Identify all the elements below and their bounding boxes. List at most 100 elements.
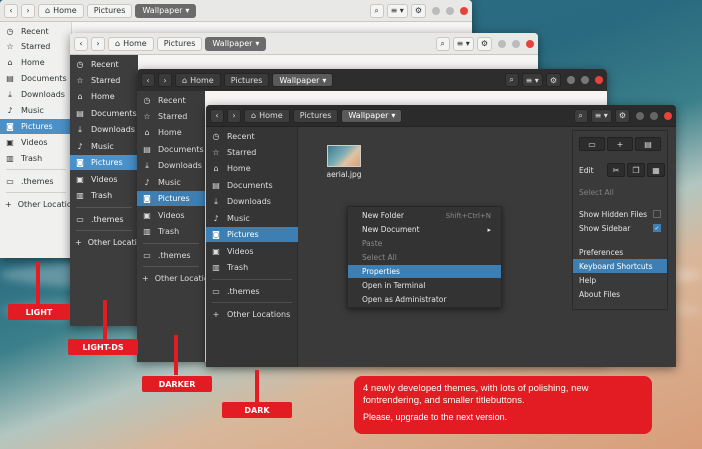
gear-icon[interactable]: ⚙ [410,3,426,18]
sidebar-item-home[interactable]: ⌂ Home [0,55,72,70]
popover-show-sidebar[interactable]: Show Sidebar ✓ [573,221,667,235]
sidebar-item-music[interactable]: ♪ Music [70,139,138,154]
sidebar-item-starred[interactable]: ☆ Starred [137,109,205,124]
checkbox-checked-icon[interactable]: ✓ [653,224,661,232]
minimize-button[interactable] [432,6,440,15]
sidebar-item-pictures[interactable]: ◙ Pictures [137,191,205,206]
maximize-button[interactable] [512,39,520,48]
sidebar-item-videos[interactable]: ▣ Videos [137,208,205,223]
sidebar-item-videos[interactable]: ▣ Videos [206,244,298,259]
maximize-button[interactable] [650,111,658,120]
forward-button[interactable]: › [158,73,172,87]
view-menu-button[interactable]: ≡ ▾ [521,73,543,87]
popover-preferences[interactable]: Preferences [573,245,667,259]
sidebar-item-downloads[interactable]: ⤓ Downloads [0,87,72,102]
popover-help[interactable]: Help [573,273,667,287]
sidebar-item-starred[interactable]: ☆ Starred [70,73,138,88]
sidebar-item-home[interactable]: ⌂ Home [137,125,205,140]
sidebar-item-other-locations[interactable]: + Other Locations [70,235,151,250]
sidebar-item-videos[interactable]: ▣ Videos [0,135,72,150]
breadcrumb-home[interactable]: ⌂ Home [244,108,290,123]
breadcrumb-home[interactable]: ⌂ Home [38,3,84,18]
sidebar-item-themes[interactable]: ▭ .themes [0,174,72,189]
popover-about-files[interactable]: About Files [573,287,667,301]
sidebar-item-starred[interactable]: ☆ Starred [206,145,298,160]
breadcrumb-pictures[interactable]: Pictures [292,108,339,123]
sidebar-item-home[interactable]: ⌂ Home [206,161,298,176]
bookmark-button[interactable]: ▤ [635,137,661,151]
sidebar-item-themes[interactable]: ▭ .themes [206,284,298,299]
back-button[interactable]: ‹ [4,3,18,18]
gear-icon[interactable]: ⚙ [476,36,492,51]
sidebar-item-downloads[interactable]: ⤓ Downloads [137,158,205,173]
sidebar-item-music[interactable]: ♪ Music [0,103,72,118]
sidebar-item-downloads[interactable]: ⤓ Downloads [206,194,298,209]
view-menu-button[interactable]: ≡ ▾ [452,36,474,51]
sidebar-item-trash[interactable]: ▥ Trash [206,260,298,275]
sidebar-item-recent[interactable]: ◷ Recent [206,129,298,144]
sidebar-item-pictures[interactable]: ◙ Pictures [0,119,72,134]
back-button[interactable]: ‹ [74,36,88,51]
menu-item-properties[interactable]: Properties [348,265,501,278]
forward-button[interactable]: › [21,3,35,18]
close-button[interactable] [460,6,468,15]
sidebar-item-documents[interactable]: ▤ Documents [70,106,138,121]
gear-icon[interactable]: ⚙ [545,73,561,87]
breadcrumb-wallpaper[interactable]: Wallpaper ▾ [205,36,267,51]
popover-keyboard-shortcuts[interactable]: Keyboard Shortcuts [573,259,667,273]
view-menu-button[interactable]: ≡ ▾ [590,108,612,123]
sidebar-item-pictures[interactable]: ◙ Pictures [206,227,298,242]
breadcrumb-pictures[interactable]: Pictures [86,3,133,18]
popover-show-hidden-files[interactable]: Show Hidden Files [573,207,667,221]
minimize-button[interactable] [636,111,644,120]
view-menu-button[interactable]: ≡ ▾ [386,3,408,18]
breadcrumb-pictures[interactable]: Pictures [156,36,203,51]
paste-button[interactable]: ▦ [647,163,665,177]
minimize-button[interactable] [498,39,506,48]
sidebar-item-other-locations[interactable]: + Other Locations [206,307,298,322]
sidebar-item-pictures[interactable]: ◙ Pictures [70,155,138,170]
menu-item-new-folder[interactable]: New Folder Shift+Ctrl+N [348,209,501,222]
copy-button[interactable]: ❐ [627,163,645,177]
forward-button[interactable]: › [227,108,241,123]
checkbox-unchecked[interactable] [653,210,661,218]
breadcrumb-wallpaper[interactable]: Wallpaper ▾ [272,73,334,87]
breadcrumb-wallpaper[interactable]: Wallpaper ▾ [341,108,403,123]
menu-item-new-document[interactable]: New Document ▸ [348,223,501,236]
sidebar-item-downloads[interactable]: ⤓ Downloads [70,122,138,137]
sidebar-item-recent[interactable]: ◷ Recent [0,24,72,39]
menu-item-open-as-administrator[interactable]: Open as Administrator [348,293,501,306]
new-tab-button[interactable]: + [607,137,633,151]
close-button[interactable] [526,39,534,48]
back-button[interactable]: ‹ [141,73,155,87]
close-button[interactable] [664,111,672,120]
sidebar-item-themes[interactable]: ▭ .themes [137,248,205,263]
minimize-button[interactable] [567,76,575,84]
sidebar-item-documents[interactable]: ▤ Documents [206,178,298,193]
sidebar-item-other-locations[interactable]: + Other Locations [137,271,218,286]
search-icon[interactable]: ⌕ [573,108,588,123]
menu-item-open-in-terminal[interactable]: Open in Terminal [348,279,501,292]
sidebar-item-documents[interactable]: ▤ Documents [137,142,205,157]
sidebar-item-other-locations[interactable]: + Other Locations [0,197,81,212]
gear-icon[interactable]: ⚙ [614,108,630,123]
sidebar-item-trash[interactable]: ▥ Trash [137,224,205,239]
sidebar-item-documents[interactable]: ▤ Documents [0,71,72,86]
close-button[interactable] [595,76,603,84]
breadcrumb-home[interactable]: ⌂ Home [108,36,154,51]
sidebar-item-music[interactable]: ♪ Music [206,211,298,226]
breadcrumb-pictures[interactable]: Pictures [223,73,270,87]
breadcrumb-wallpaper[interactable]: Wallpaper ▾ [135,3,197,18]
sidebar-item-trash[interactable]: ▥ Trash [70,188,138,203]
breadcrumb-home[interactable]: ⌂ Home [175,73,221,87]
new-window-button[interactable]: ▭ [579,137,605,151]
maximize-button[interactable] [581,76,589,84]
sidebar-item-themes[interactable]: ▭ .themes [70,212,138,227]
sidebar-item-starred[interactable]: ☆ Starred [0,39,72,54]
cut-button[interactable]: ✂ [607,163,625,177]
sidebar-item-videos[interactable]: ▣ Videos [70,172,138,187]
back-button[interactable]: ‹ [210,108,224,123]
sidebar-item-recent[interactable]: ◷ Recent [70,57,138,72]
forward-button[interactable]: › [91,36,105,51]
search-icon[interactable]: ⌕ [504,73,519,87]
